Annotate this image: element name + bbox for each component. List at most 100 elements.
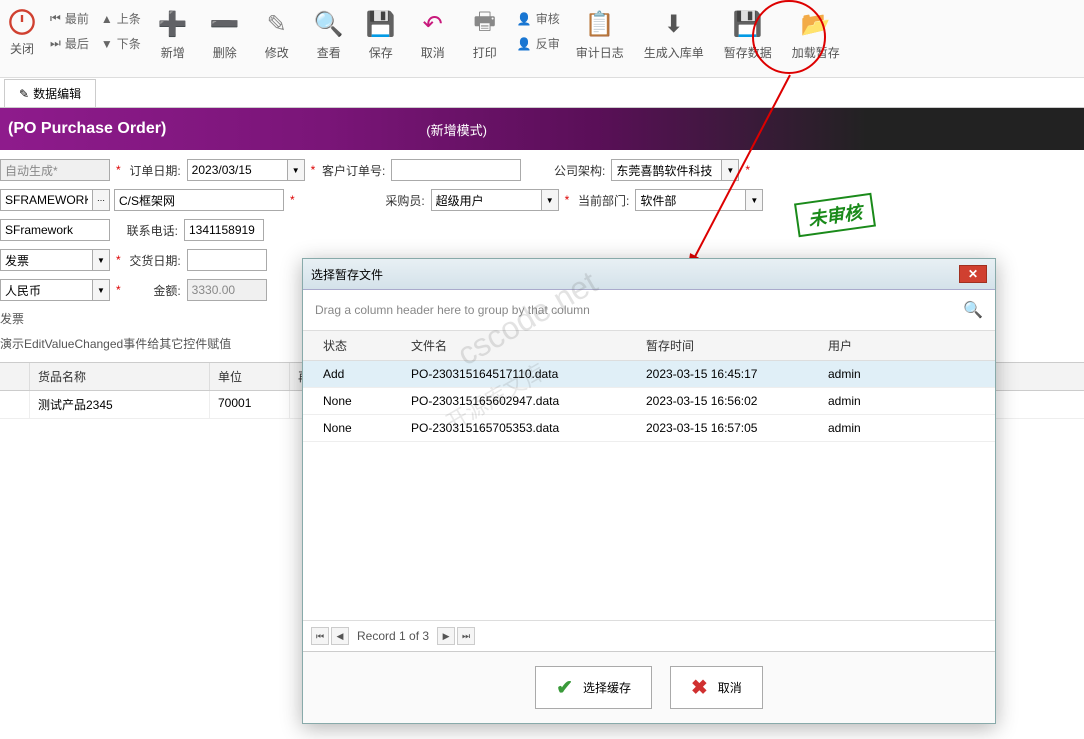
add-button[interactable]: ➕新增 <box>147 4 199 65</box>
group-panel[interactable]: Drag a column header here to group by th… <box>303 290 995 330</box>
edit-icon: ✎ <box>261 8 293 40</box>
delete-icon: ➖ <box>209 8 241 40</box>
approve-icon: 👤 <box>517 12 532 26</box>
ellipsis-icon[interactable]: ⋯ <box>92 189 110 211</box>
save-button[interactable]: 💾保存 <box>355 4 407 65</box>
record-navigator: ⏮ ◀ Record 1 of 3 ▶ ⏭ <box>303 620 995 651</box>
order-date-label: 订单日期: <box>127 162 187 179</box>
nav-last-button[interactable]: ⏭ <box>457 627 475 645</box>
chevron-down-icon[interactable]: ▼ <box>541 189 559 211</box>
close-icon: ✖ <box>691 675 708 700</box>
table-row[interactable]: None PO-230315165602947.data 2023-03-15 … <box>303 388 995 415</box>
col-state[interactable]: 状态 <box>303 331 403 360</box>
dialog-actions: ✔ 选择缓存 ✖ 取消 <box>303 651 995 723</box>
dialog-title: 选择暂存文件 <box>311 266 383 283</box>
view-icon: 🔍 <box>313 8 345 40</box>
unapprove-icon: 👤 <box>517 37 532 51</box>
dialog-titlebar: 选择暂存文件 ✕ <box>303 259 995 290</box>
down-icon: ▼ <box>101 37 113 51</box>
tabstrip: ✎ 数据编辑 <box>0 78 1084 108</box>
order-no-field <box>0 159 110 181</box>
select-cache-button[interactable]: ✔ 选择缓存 <box>535 666 652 709</box>
chevron-down-icon[interactable]: ▼ <box>745 189 763 211</box>
invoice-combo[interactable]: ▼ <box>0 249 110 271</box>
phone-label: 联系电话: <box>110 222 184 239</box>
table-row[interactable]: Add PO-230315164517110.data 2023-03-15 1… <box>303 361 995 388</box>
chevron-down-icon[interactable]: ▼ <box>721 159 739 181</box>
nav-last[interactable]: ⏭最后 <box>48 31 91 56</box>
tab-data-edit[interactable]: ✎ 数据编辑 <box>4 79 96 107</box>
chevron-down-icon[interactable]: ▼ <box>287 159 305 181</box>
savetemp-button[interactable]: 💾暂存数据 <box>714 4 782 65</box>
first-icon: ⏮ <box>50 11 61 26</box>
col-time[interactable]: 暂存时间 <box>638 331 820 360</box>
cart-icon: ⬇ <box>658 8 690 40</box>
col-file[interactable]: 文件名 <box>403 331 638 360</box>
save-icon: 💾 <box>365 8 397 40</box>
dialog-grid-header: 状态 文件名 暂存时间 用户 <box>303 331 995 361</box>
cancel-dialog-button[interactable]: ✖ 取消 <box>670 666 763 709</box>
framework-combo[interactable]: ⋯ <box>0 189 110 211</box>
nav-next[interactable]: ▼下条 <box>99 31 143 56</box>
up-icon: ▲ <box>101 12 113 26</box>
cust-order-field[interactable] <box>391 159 521 181</box>
search-icon[interactable]: 🔍 <box>963 300 983 320</box>
temp-file-dialog: 选择暂存文件 ✕ Drag a column header here to gr… <box>302 258 996 724</box>
order-date-combo[interactable]: ▼ <box>187 159 305 181</box>
nav-first[interactable]: ⏮最前 <box>48 6 91 31</box>
chevron-down-icon[interactable]: ▼ <box>92 279 110 301</box>
dept-combo[interactable]: ▼ <box>635 189 763 211</box>
main-toolbar: 关闭 ⏮最前 ⏭最后 ▲上条 ▼下条 ➕新增 ➖删除 ✎修改 🔍查看 💾保存 ↶… <box>0 0 1084 78</box>
loadtemp-button[interactable]: 📂加载暂存 <box>782 4 850 65</box>
buyer-label: 采购员: <box>361 192 431 209</box>
close-button[interactable]: 关闭 <box>0 4 44 61</box>
chevron-down-icon[interactable]: ▼ <box>92 249 110 271</box>
col-product-name[interactable]: 货品名称 <box>30 363 210 390</box>
org-label: 公司架构: <box>541 162 611 179</box>
dialog-grid: 状态 文件名 暂存时间 用户 Add PO-230315164517110.da… <box>303 330 995 620</box>
delete-button[interactable]: ➖删除 <box>199 4 251 65</box>
page-title: (PO Purchase Order) <box>8 120 166 138</box>
framework2-field[interactable] <box>0 219 110 241</box>
last-icon: ⏭ <box>50 36 61 51</box>
edit-icon: ✎ <box>19 87 29 101</box>
delivery-field[interactable] <box>187 249 267 271</box>
check-icon: ✔ <box>556 675 573 700</box>
delivery-label: 交货日期: <box>127 252 187 269</box>
approve-group: 👤审核 👤反审 <box>511 4 566 58</box>
amount-field <box>187 279 267 301</box>
nav-prev-button[interactable]: ◀ <box>331 627 349 645</box>
phone-field[interactable] <box>184 219 264 241</box>
org-combo[interactable]: ▼ <box>611 159 739 181</box>
savetemp-icon: 💾 <box>732 8 764 40</box>
cust-order-label: 客户订单号: <box>321 162 391 179</box>
add-icon: ➕ <box>157 8 189 40</box>
cancel-button[interactable]: ↶取消 <box>407 4 459 65</box>
col-user[interactable]: 用户 <box>820 331 960 360</box>
log-icon: 📋 <box>584 8 616 40</box>
approve-button[interactable]: 👤审核 <box>515 6 562 31</box>
unapprove-button[interactable]: 👤反审 <box>515 31 562 56</box>
currency-combo[interactable]: ▼ <box>0 279 110 301</box>
page-mode: (新增模式) <box>426 120 487 139</box>
nav-next-button[interactable]: ▶ <box>437 627 455 645</box>
nav-first-button[interactable]: ⏮ <box>311 627 329 645</box>
dept-label: 当前部门: <box>575 192 635 209</box>
nav-group2: ▲上条 ▼下条 <box>95 4 147 58</box>
col-unit[interactable]: 单位 <box>210 363 290 390</box>
nav-group: ⏮最前 ⏭最后 <box>44 4 95 58</box>
buyer-combo[interactable]: ▼ <box>431 189 559 211</box>
page-banner: (PO Purchase Order) (新增模式) <box>0 108 1084 150</box>
nav-prev[interactable]: ▲上条 <box>99 6 143 31</box>
record-position: Record 1 of 3 <box>357 629 429 643</box>
view-button[interactable]: 🔍查看 <box>303 4 355 65</box>
print-button[interactable]: 🖶打印 <box>459 4 511 65</box>
print-icon: 🖶 <box>469 8 501 40</box>
loadtemp-icon: 📂 <box>800 8 832 40</box>
genstock-button[interactable]: ⬇生成入库单 <box>634 4 714 65</box>
framework-name-field[interactable] <box>114 189 284 211</box>
auditlog-button[interactable]: 📋审计日志 <box>566 4 634 65</box>
dialog-close-button[interactable]: ✕ <box>959 265 987 283</box>
edit-button[interactable]: ✎修改 <box>251 4 303 65</box>
table-row[interactable]: None PO-230315165705353.data 2023-03-15 … <box>303 415 995 442</box>
